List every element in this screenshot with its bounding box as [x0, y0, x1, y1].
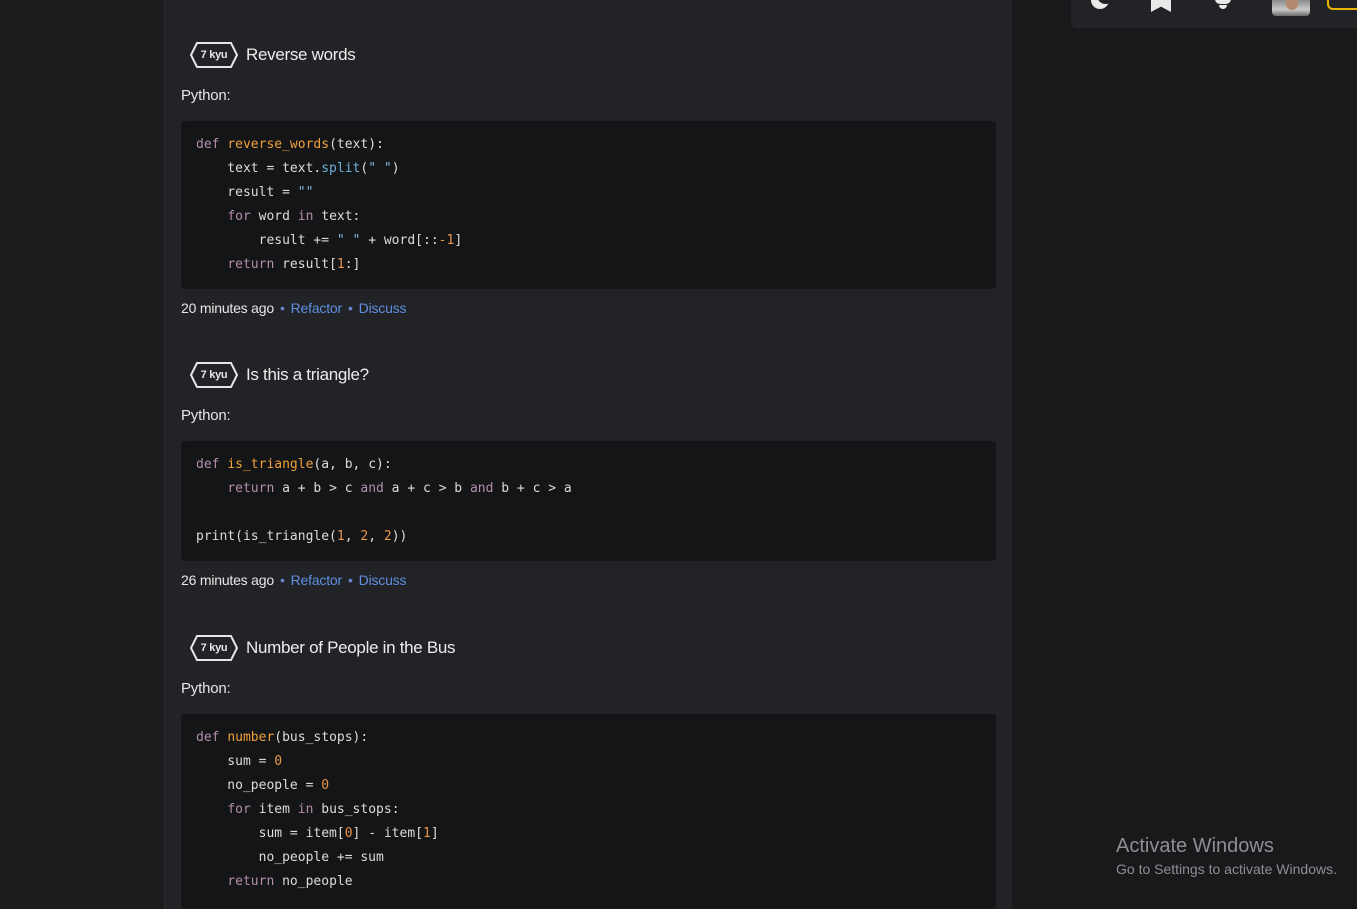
kata-header: 7 kyu Number of People in the Bus [181, 634, 996, 662]
code-content: def number(bus_stops): sum = 0 no_people… [196, 730, 439, 889]
separator-dot: • [347, 572, 353, 588]
refactor-link[interactable]: Refactor [291, 300, 343, 316]
time-ago: 26 minutes ago [181, 572, 274, 588]
kata-title[interactable]: Number of People in the Bus [246, 634, 456, 662]
code-block: def is_triangle(a, b, c): return a + b >… [181, 441, 996, 561]
watermark-subtitle: Go to Settings to activate Windows. [1116, 861, 1337, 877]
bell-icon[interactable] [1213, 0, 1233, 12]
code-block: def number(bus_stops): sum = 0 no_people… [181, 714, 996, 909]
kata-title[interactable]: Is this a triangle? [246, 361, 369, 389]
separator-dot: • [347, 300, 353, 316]
moon-icon[interactable] [1091, 0, 1114, 12]
solution-meta: 20 minutes ago • Refactor • Discuss [181, 300, 406, 316]
left-gutter [0, 0, 164, 909]
avatar[interactable] [1272, 0, 1310, 16]
kata-header: 7 kyu Is this a triangle? [181, 361, 996, 389]
user-rank-badge [1327, 0, 1357, 10]
kata-entry: 7 kyu Is this a triangle? Python: def is… [181, 361, 996, 588]
kata-title[interactable]: Reverse words [246, 41, 356, 69]
discuss-link[interactable]: Discuss [359, 300, 407, 316]
language-label: Python: [181, 407, 231, 424]
kyu-rank-badge: 7 kyu [190, 42, 238, 68]
kata-header: 7 kyu Reverse words [181, 41, 996, 69]
time-ago: 20 minutes ago [181, 300, 274, 316]
watermark-title: Activate Windows [1116, 835, 1274, 857]
code-block: def reverse_words(text): text = text.spl… [181, 121, 996, 289]
kyu-rank-text: 7 kyu [200, 49, 228, 61]
language-label: Python: [181, 680, 231, 697]
right-pane [1012, 0, 1357, 909]
kyu-rank-text: 7 kyu [200, 642, 228, 654]
windows-activation-watermark: Activate Windows Go to Settings to activ… [1116, 834, 1337, 880]
separator-dot: • [279, 572, 285, 588]
separator-dot: • [279, 300, 285, 316]
top-header-bar [1071, 0, 1357, 28]
kata-entry: 7 kyu Reverse words Python: def reverse_… [181, 41, 996, 316]
kyu-rank-text: 7 kyu [200, 369, 228, 381]
kyu-rank-badge: 7 kyu [190, 635, 238, 661]
refactor-link[interactable]: Refactor [291, 572, 343, 588]
discuss-link[interactable]: Discuss [359, 572, 407, 588]
code-content: def reverse_words(text): text = text.spl… [196, 137, 463, 272]
kyu-rank-badge: 7 kyu [190, 362, 238, 388]
solution-meta: 26 minutes ago • Refactor • Discuss [181, 572, 406, 588]
code-content: def is_triangle(a, b, c): return a + b >… [196, 457, 572, 544]
bookmark-icon[interactable] [1151, 0, 1171, 12]
kata-entry: 7 kyu Number of People in the Bus Python… [181, 634, 996, 909]
language-label: Python: [181, 87, 231, 104]
